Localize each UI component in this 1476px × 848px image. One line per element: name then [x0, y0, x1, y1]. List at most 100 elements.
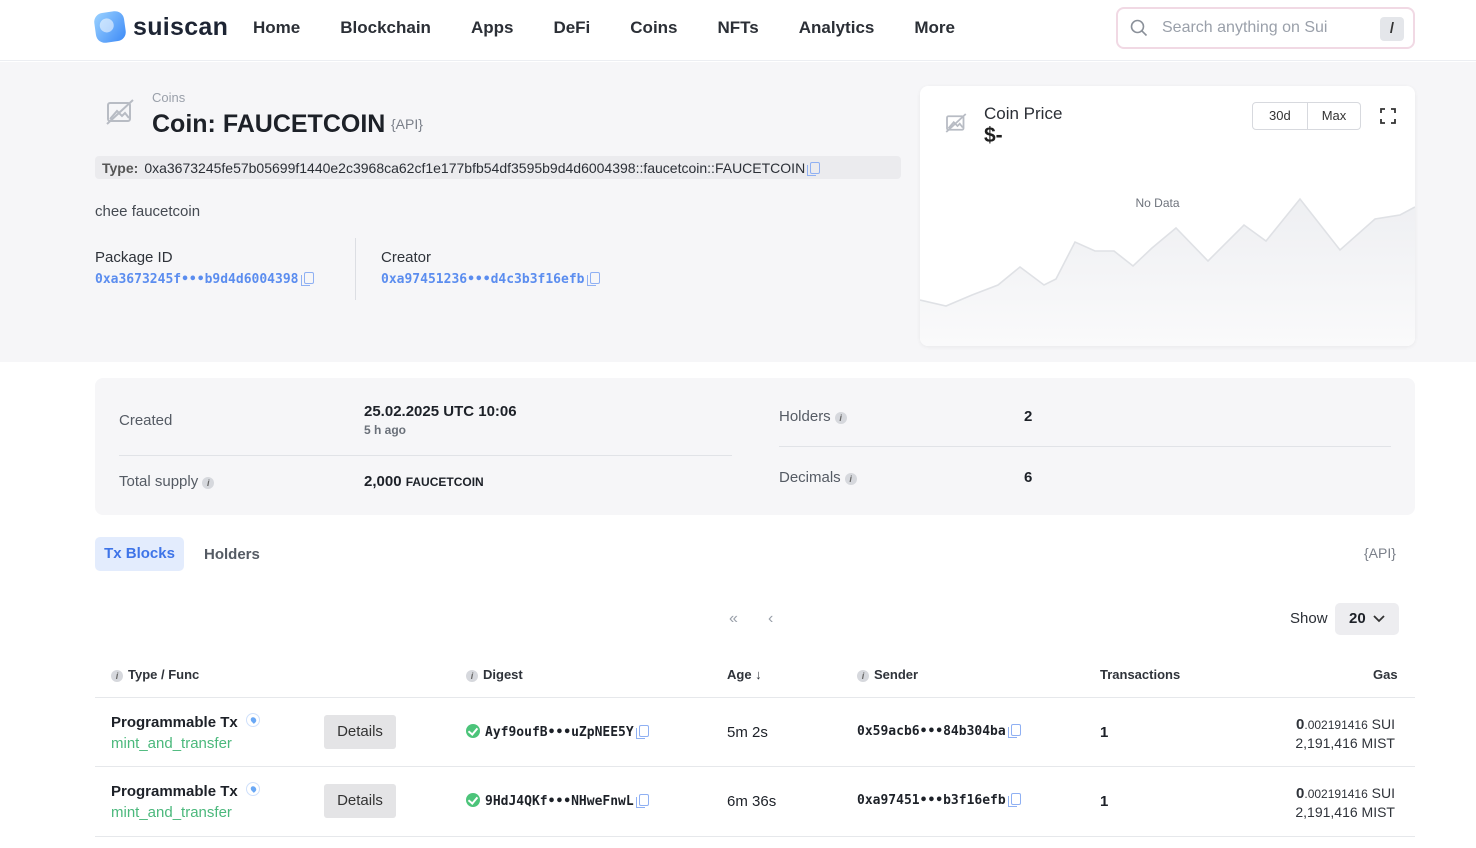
- show-label: Show: [1290, 610, 1328, 627]
- created-ago: 5 h ago: [364, 423, 407, 437]
- logo[interactable]: suiscan: [93, 10, 229, 44]
- page-title: Coin: FAUCETCOIN: [152, 110, 386, 138]
- price-image-placeholder-icon: [945, 113, 967, 133]
- info-icon[interactable]: i: [111, 670, 123, 682]
- api-link[interactable]: {API}: [391, 116, 423, 132]
- type-value: 0xa3673245fe57b05699f1440e2c3968ca62cf1e…: [144, 159, 806, 176]
- created-value: 25.02.2025 UTC 10:06: [364, 403, 517, 420]
- divider: [95, 836, 1415, 837]
- type-label: Type:: [102, 159, 139, 176]
- prev-page-button[interactable]: ‹: [768, 610, 773, 628]
- package-id-link[interactable]: 0xa3673245f•••b9d4d6004398: [95, 272, 314, 287]
- copy-icon[interactable]: [586, 272, 600, 286]
- nav-home[interactable]: Home: [253, 18, 300, 38]
- tx-age: 6m 36s: [727, 793, 777, 810]
- info-icon[interactable]: i: [202, 477, 215, 489]
- no-data-label: No Data: [1135, 196, 1180, 210]
- page-size-select[interactable]: 20: [1335, 603, 1399, 635]
- col-digest: i Digest: [466, 667, 523, 682]
- copy-icon[interactable]: [300, 272, 314, 286]
- info-icon[interactable]: i: [857, 670, 869, 682]
- coin-price-card: Coin Price $- 30d Max No Data: [920, 86, 1415, 346]
- decimals-value: 6: [1024, 469, 1033, 486]
- details-button[interactable]: Details: [324, 715, 396, 749]
- copy-icon[interactable]: [635, 794, 649, 808]
- total-supply-value: 2,000 FAUCETCOIN: [364, 473, 484, 490]
- price-value: $-: [984, 124, 1003, 147]
- gas-value: 0.002191416 SUI 2,191,416 MIST: [1295, 785, 1395, 820]
- created-label: Created: [119, 412, 173, 429]
- holders-value: 2: [1024, 408, 1033, 425]
- total-supply-label: Total supply i: [119, 473, 215, 490]
- nav-coins[interactable]: Coins: [630, 18, 677, 38]
- col-gas: Gas: [1373, 667, 1398, 682]
- fullscreen-icon[interactable]: [1380, 108, 1396, 124]
- tx-type: Programmable Tx: [111, 713, 260, 731]
- col-age[interactable]: Age ↓: [727, 667, 762, 682]
- holders-label: Holders i: [779, 408, 847, 425]
- nav-nfts[interactable]: NFTs: [718, 18, 759, 38]
- coin-image-placeholder-icon: [106, 99, 134, 125]
- info-icon[interactable]: i: [466, 670, 478, 682]
- nav-apps[interactable]: Apps: [471, 18, 514, 38]
- copy-icon[interactable]: [1007, 724, 1021, 738]
- tx-count: 1: [1100, 724, 1109, 741]
- col-sender: i Sender: [857, 667, 918, 682]
- divider: [779, 446, 1391, 447]
- copy-icon[interactable]: [635, 725, 649, 739]
- sender-link[interactable]: 0xa97451•••b3f16efb: [857, 793, 1021, 808]
- nav-analytics[interactable]: Analytics: [799, 18, 875, 38]
- col-type-func: i Type / Func: [111, 667, 199, 682]
- sui-drop-icon: [245, 713, 260, 727]
- coin-type: Type: 0xa3673245fe57b05699f1440e2c3968ca…: [95, 156, 901, 179]
- top-header: suiscan Home Blockchain Apps DeFi Coins …: [0, 0, 1476, 61]
- coin-stats: Created 25.02.2025 UTC 10:06 5 h ago Tot…: [95, 378, 1415, 515]
- divider: [119, 455, 732, 456]
- info-icon[interactable]: i: [844, 473, 857, 485]
- tx-function[interactable]: mint_and_transfer: [111, 735, 232, 752]
- package-id-label: Package ID: [95, 249, 173, 266]
- divider: [355, 238, 356, 300]
- copy-icon[interactable]: [807, 161, 821, 176]
- nav-more[interactable]: More: [914, 18, 955, 38]
- search-input[interactable]: Search anything on Sui /: [1116, 7, 1415, 49]
- search-placeholder: Search anything on Sui: [1162, 19, 1328, 36]
- creator-label: Creator: [381, 249, 432, 266]
- tx-function[interactable]: mint_and_transfer: [111, 804, 232, 821]
- sender-link[interactable]: 0x59acb6•••84b304ba: [857, 724, 1021, 739]
- gas-value: 0.002191416 SUI 2,191,416 MIST: [1295, 716, 1395, 751]
- digest-link[interactable]: Ayf9oufB•••uZpNEE5Y: [466, 724, 649, 740]
- tx-type: Programmable Tx: [111, 782, 260, 800]
- range-max-button[interactable]: Max: [1307, 102, 1362, 130]
- digest-link[interactable]: 9HdJ4QKf•••NHweFnwL: [466, 793, 649, 809]
- first-page-button[interactable]: «: [729, 610, 738, 628]
- divider: [95, 766, 1415, 767]
- success-check-icon: [466, 724, 480, 738]
- logo-text: suiscan: [133, 12, 229, 41]
- copy-icon[interactable]: [1007, 793, 1021, 807]
- tab-holders[interactable]: Holders: [204, 546, 260, 563]
- range-toggle: 30d Max: [1252, 102, 1362, 130]
- range-30d-button[interactable]: 30d: [1252, 102, 1308, 130]
- sui-drop-icon: [245, 782, 260, 796]
- search-shortcut-key: /: [1380, 17, 1404, 41]
- col-transactions: Transactions: [1100, 667, 1181, 682]
- breadcrumb[interactable]: Coins: [152, 90, 185, 105]
- main-nav: Home Blockchain Apps DeFi Coins NFTs Ana…: [253, 18, 995, 38]
- info-icon[interactable]: i: [834, 412, 847, 424]
- success-check-icon: [466, 793, 480, 807]
- nav-blockchain[interactable]: Blockchain: [340, 18, 431, 38]
- price-title: Coin Price: [984, 104, 1063, 123]
- creator-link[interactable]: 0xa97451236•••d4c3b3f16efb: [381, 272, 600, 287]
- tx-age: 5m 2s: [727, 724, 768, 741]
- chevron-down-icon: [1373, 615, 1385, 623]
- tab-tx-blocks[interactable]: Tx Blocks: [95, 537, 184, 571]
- api-link[interactable]: {API}: [1364, 545, 1396, 561]
- decimals-label: Decimals i: [779, 469, 857, 486]
- nav-defi[interactable]: DeFi: [553, 18, 590, 38]
- details-button[interactable]: Details: [324, 784, 396, 818]
- tx-count: 1: [1100, 793, 1109, 810]
- divider: [95, 697, 1415, 698]
- suiscan-logo-icon: [93, 10, 127, 44]
- coin-description: chee faucetcoin: [95, 203, 201, 220]
